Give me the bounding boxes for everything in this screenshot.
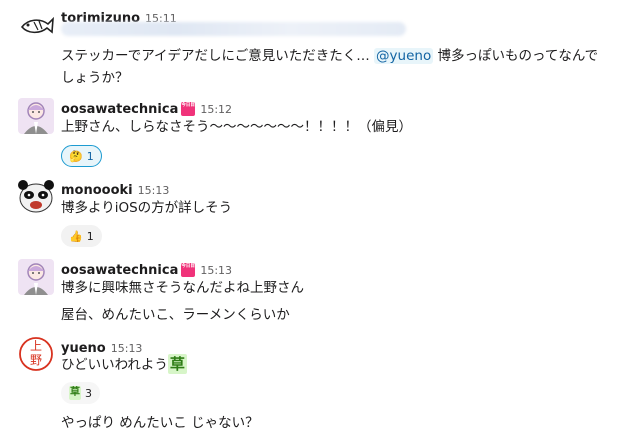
message-yueno: 上野 yueno 15:13 ひどいいわれよう草 草 3 やっぱり めんたいこ じ… bbox=[0, 335, 623, 440]
message-torimizuno: torimizuno 15:11 ステッカーでアイデアだしにご意見いただきたく… … bbox=[0, 0, 623, 95]
reaction-count: 1 bbox=[86, 229, 94, 243]
reaction-thumbsup[interactable]: 👍 1 bbox=[61, 225, 102, 247]
message-monoooki: monoooki 15:13 博多よりiOSの方が詳しそう 👍 1 bbox=[0, 178, 623, 256]
timestamp[interactable]: 15:13 bbox=[138, 184, 170, 197]
avatar-fish-icon[interactable] bbox=[18, 8, 54, 44]
reaction-thinking[interactable]: 🤔 1 bbox=[61, 145, 102, 167]
message-text-followup: やっぱり めんたいこ じゃない？ bbox=[61, 415, 259, 431]
status-badge[interactable]: 今日目標 bbox=[181, 262, 196, 277]
message-text: ステッカーでアイデアだしにご意見いただきたく… @yueno 博多っぽいものって… bbox=[61, 45, 611, 89]
avatar-oosawatechnica[interactable] bbox=[18, 259, 54, 295]
message-text: ひどいいわれよう草 bbox=[61, 354, 611, 376]
reaction-count: 3 bbox=[85, 386, 92, 400]
message-text: 上野さん、しらなさそう〜〜〜〜〜〜〜！！！！（偏見） bbox=[61, 119, 412, 135]
message-oosawatechnica-1: oosawatechnica今日目標 15:12 上野さん、しらなさそう〜〜〜〜〜… bbox=[0, 95, 623, 170]
timestamp[interactable]: 15:13 bbox=[200, 264, 232, 277]
message-body: ステッカーでアイデアだしにご意見いただきたく… bbox=[61, 48, 370, 64]
username[interactable]: oosawatechnica bbox=[61, 102, 178, 117]
status-badge[interactable]: 今日目標 bbox=[181, 101, 196, 116]
avatar-hanko-icon[interactable]: 上野 bbox=[18, 336, 54, 372]
message-text-followup: 屋台、めんたいこ、ラーメンくらいか bbox=[61, 307, 290, 323]
message-oosawatechnica-2: oosawatechnica今日目標 15:13 博多に興味無さそうなんだよね上野… bbox=[0, 258, 623, 328]
message-text: 博多よりiOSの方が詳しそう bbox=[61, 200, 233, 216]
timestamp[interactable]: 15:12 bbox=[200, 103, 232, 116]
avatar-oosawatechnica[interactable] bbox=[18, 98, 54, 134]
kusa-icon: 草 bbox=[69, 386, 81, 400]
blurred-text bbox=[61, 22, 406, 36]
username[interactable]: monoooki bbox=[61, 183, 133, 198]
avatar-panda-icon[interactable] bbox=[18, 178, 54, 214]
thinking-face-icon: 🤔 bbox=[69, 149, 83, 163]
username[interactable]: oosawatechnica bbox=[61, 263, 178, 278]
message-text: 博多に興味無さそうなんだよね上野さん bbox=[61, 280, 304, 296]
hanko-text: 上野 bbox=[29, 339, 42, 367]
user-mention[interactable]: @yueno bbox=[374, 48, 434, 64]
reaction-kusa[interactable]: 草 3 bbox=[61, 382, 100, 404]
reaction-count: 1 bbox=[86, 149, 94, 163]
thumbs-up-icon: 👍 bbox=[69, 229, 83, 243]
message-body: ひどいいわれよう bbox=[61, 357, 168, 373]
kusa-emoji-icon: 草 bbox=[167, 354, 187, 374]
